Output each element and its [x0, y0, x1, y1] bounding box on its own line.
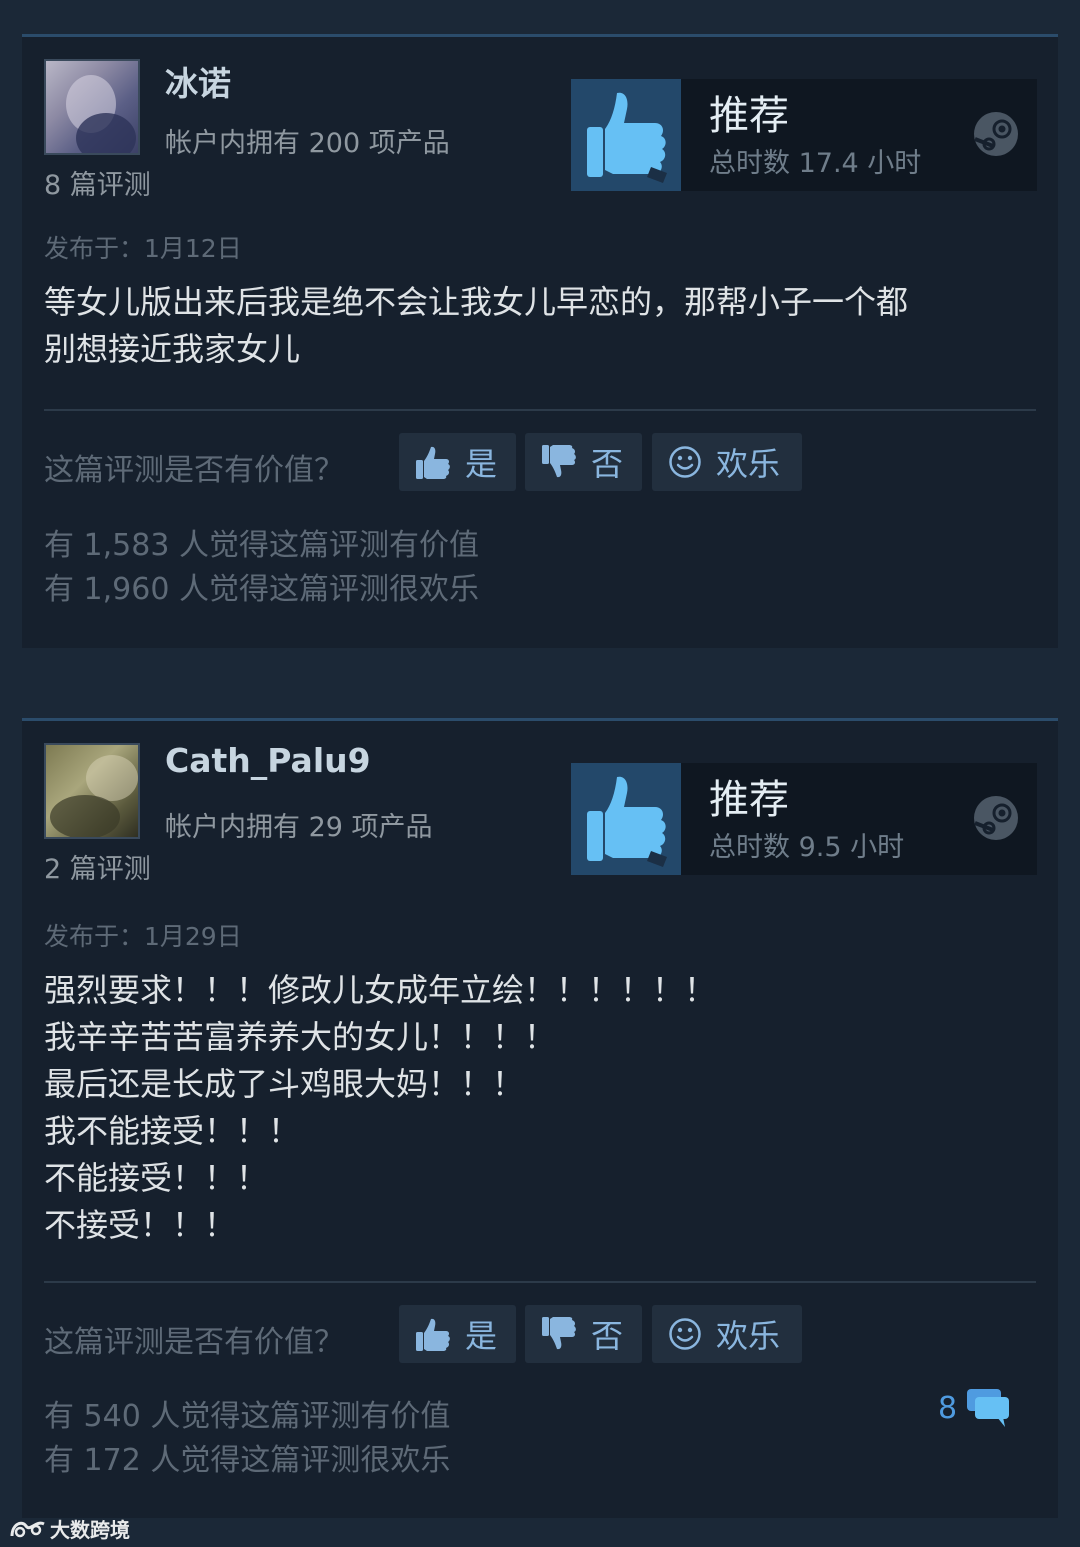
review-count[interactable]: 2 篇评测 [44, 847, 151, 886]
funny-count: 有 172 人觉得这篇评测很欢乐 [44, 1443, 451, 1478]
comment-bubble-icon [967, 1389, 1010, 1427]
watermark-text: 大数跨境 [50, 1518, 130, 1542]
helpful-count: 有 1,583 人觉得这篇评测有价值 [44, 528, 479, 563]
steam-logo-icon [974, 796, 1018, 840]
comment-count: 8 [938, 1390, 958, 1426]
divider [44, 1281, 1036, 1283]
review-card: 冰诺 帐户内拥有 200 项产品 8 篇评测 推荐 总时数 17.4 小时 发布 [22, 34, 1058, 648]
review-line: 等女儿版出来后我是绝不会让我女儿早恋的，那帮小子一个都 [44, 283, 909, 321]
review-card: Cath_Palu9 帐户内拥有 29 项产品 2 篇评测 推荐 总时数 9.5… [22, 718, 1058, 1518]
verdict-title: 推荐 [709, 777, 789, 823]
watermark: 大数跨境 [8, 1514, 130, 1543]
vote-funny-button[interactable]: 欢乐 [652, 1305, 802, 1363]
thumbs-up-icon [416, 446, 450, 479]
smiley-icon [669, 1318, 701, 1350]
posted-date: 发布于：1月29日 [44, 922, 242, 951]
playtime: 总时数 9.5 小时 [709, 832, 905, 863]
thumbs-down-icon [542, 445, 576, 478]
divider [44, 409, 1036, 411]
vote-no-label: 否 [591, 1317, 624, 1355]
recommendation-header[interactable]: 推荐 总时数 9.5 小时 [571, 763, 1037, 875]
review-line: 最后还是长成了斗鸡眼大妈！！！ [44, 1065, 525, 1103]
vote-yes-button[interactable]: 是 [399, 433, 516, 491]
watermark-logo-icon [10, 1521, 45, 1537]
helpful-count: 有 540 人觉得这篇评测有价值 [44, 1399, 451, 1434]
steam-logo-icon [974, 112, 1018, 156]
products-owned[interactable]: 帐户内拥有 200 项产品 [165, 121, 450, 160]
review-line: 不接受！！！ [44, 1206, 237, 1244]
avatar[interactable] [44, 743, 140, 839]
steam-reviews-page: 冰诺 帐户内拥有 200 项产品 8 篇评测 推荐 总时数 17.4 小时 发布 [0, 0, 1080, 1547]
vote-no-button[interactable]: 否 [525, 433, 642, 491]
review-line: 不能接受！！！ [44, 1159, 269, 1197]
vote-no-button[interactable]: 否 [525, 1305, 642, 1363]
review-line: 强烈要求！！！修改儿女成年立绘！！！！！！ [44, 971, 717, 1009]
username[interactable]: Cath_Palu9 [165, 741, 371, 780]
username[interactable]: 冰诺 [165, 57, 231, 105]
review-line: 别想接近我家女儿 [44, 330, 301, 368]
vote-yes-button[interactable]: 是 [399, 1305, 516, 1363]
posted-date: 发布于：1月12日 [44, 234, 242, 263]
review-line: 我不能接受！！！ [44, 1112, 301, 1150]
review-line: 我辛辛苦苦富养养大的女儿！！！！ [44, 1018, 557, 1056]
thumbs-up-icon [571, 763, 681, 875]
recommendation-header[interactable]: 推荐 总时数 17.4 小时 [571, 79, 1037, 191]
thumbs-up-icon [571, 79, 681, 191]
vote-funny-label: 欢乐 [716, 445, 781, 483]
vote-yes-label: 是 [465, 445, 498, 483]
avatar[interactable] [44, 59, 140, 155]
vote-funny-label: 欢乐 [716, 1317, 781, 1355]
smiley-icon [669, 446, 701, 478]
helpful-question: 这篇评测是否有价值？ [44, 1325, 344, 1360]
comments-link[interactable]: 8 [938, 1387, 1011, 1429]
vote-funny-button[interactable]: 欢乐 [652, 433, 802, 491]
products-owned[interactable]: 帐户内拥有 29 项产品 [165, 805, 433, 844]
thumbs-up-icon [416, 1318, 450, 1351]
vote-yes-label: 是 [465, 1317, 498, 1355]
playtime: 总时数 17.4 小时 [709, 148, 922, 179]
review-content: 等女儿版出来后我是绝不会让我女儿早恋的，那帮小子一个都 别想接近我家女儿 [44, 279, 1034, 373]
review-content: 强烈要求！！！修改儿女成年立绘！！！！！！ 我辛辛苦苦富养养大的女儿！！！！ 最… [44, 967, 1034, 1249]
review-count[interactable]: 8 篇评测 [44, 163, 151, 202]
verdict-title: 推荐 [709, 93, 789, 139]
funny-count: 有 1,960 人觉得这篇评测很欢乐 [44, 572, 479, 607]
thumbs-down-icon [542, 1317, 576, 1350]
helpful-question: 这篇评测是否有价值？ [44, 453, 344, 488]
vote-no-label: 否 [591, 445, 624, 483]
